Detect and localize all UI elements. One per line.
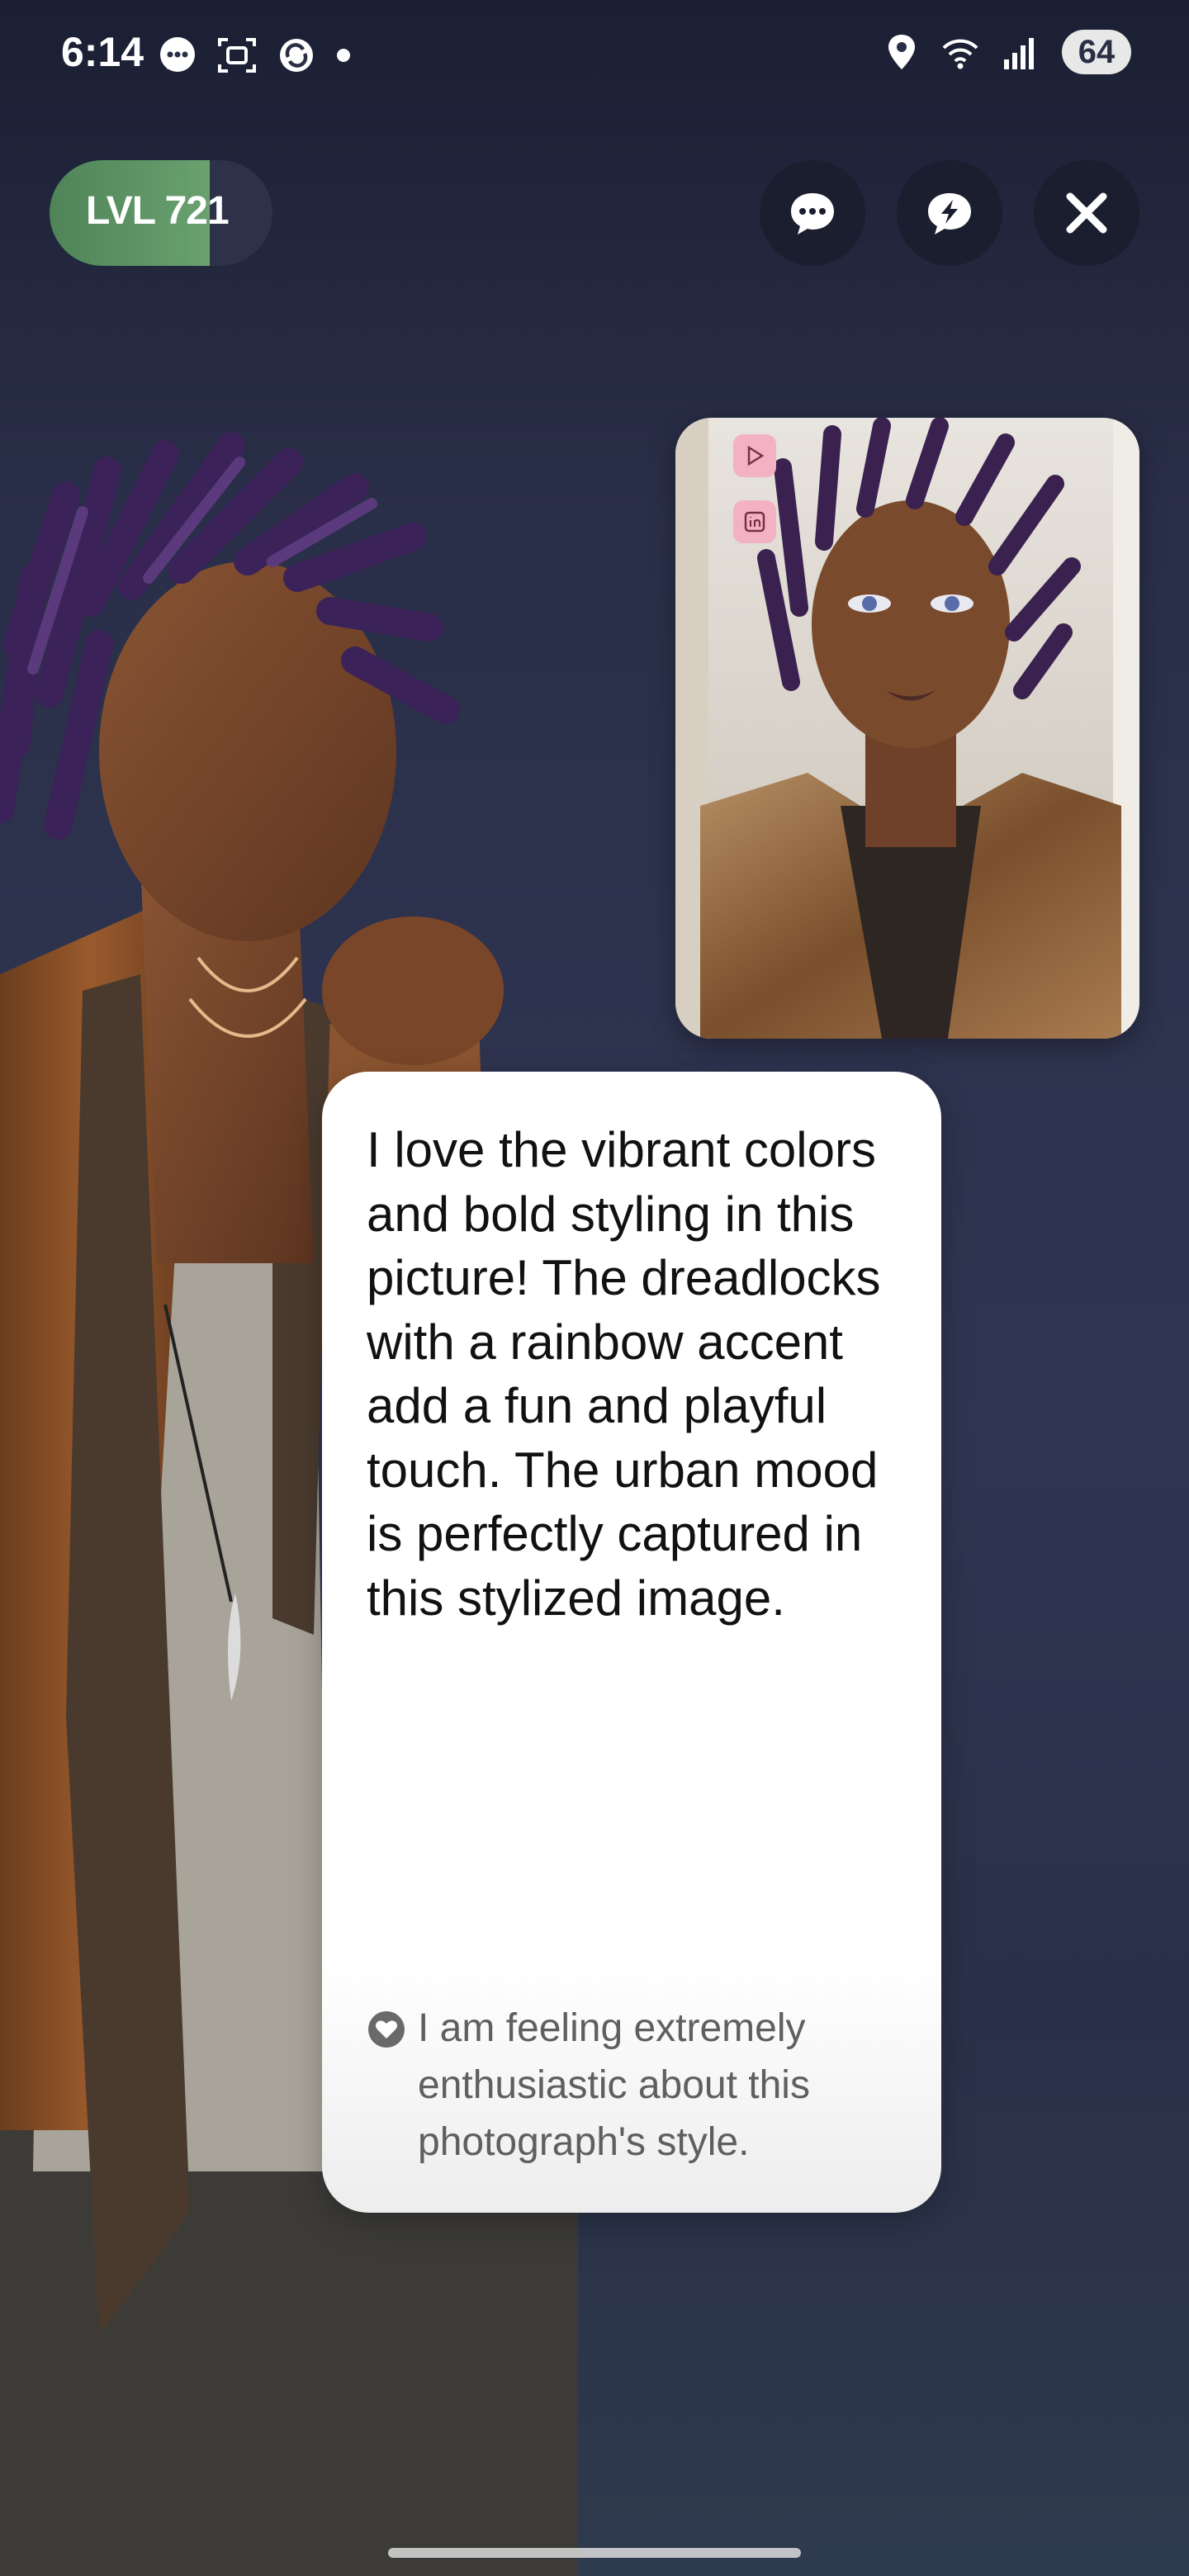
- sync-icon: [280, 39, 313, 72]
- status-bar: 6:14 64: [0, 0, 1189, 107]
- heart-icon: [368, 2011, 405, 2048]
- location-icon: [888, 35, 915, 69]
- message-text: I love the vibrant colors and bold styli…: [367, 1122, 881, 1626]
- signal-icon: [1004, 38, 1034, 69]
- close-icon: [1066, 192, 1107, 234]
- linkedin-icon: [744, 511, 765, 533]
- home-indicator[interactable]: [388, 2548, 801, 2558]
- close-button[interactable]: [1034, 160, 1139, 266]
- play-icon: [747, 445, 765, 466]
- message-card: I love the vibrant colors and bold styli…: [322, 1072, 941, 2213]
- wifi-icon: [942, 39, 978, 69]
- chat-button[interactable]: [760, 160, 865, 266]
- messenger-icon: [160, 37, 195, 72]
- mood-text: I am feeling extremely enthusiastic abou…: [418, 2006, 810, 2164]
- play-button[interactable]: [733, 434, 776, 477]
- status-left-icons: [157, 35, 352, 76]
- mood-row: I am feeling extremely enthusiastic abou…: [367, 2000, 912, 2171]
- dot-icon: [337, 49, 350, 62]
- linkedin-button[interactable]: [733, 500, 776, 543]
- status-right-icons: 64: [885, 30, 1131, 74]
- level-label: LVL 721: [86, 189, 230, 233]
- level-badge[interactable]: LVL 721: [50, 160, 272, 266]
- status-time: 6:14: [61, 29, 144, 75]
- selfie-thumbnail[interactable]: [675, 418, 1139, 1039]
- quick-reply-button[interactable]: [897, 160, 1002, 266]
- battery-indicator: 64: [1062, 30, 1131, 74]
- bolt-chat-icon: [928, 193, 971, 234]
- chat-icon: [791, 193, 834, 234]
- screenshot-icon: [218, 38, 256, 73]
